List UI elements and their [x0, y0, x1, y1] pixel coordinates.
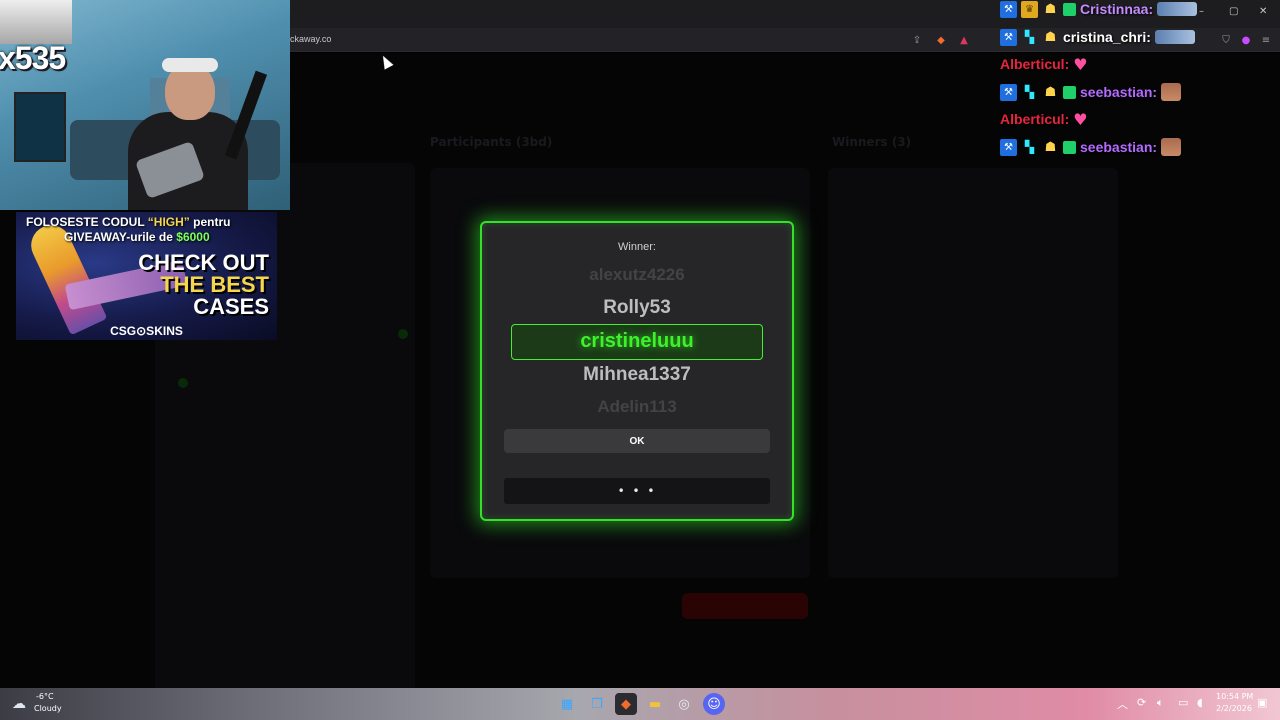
discord-icon[interactable]: ☺ — [703, 693, 725, 715]
multiplier-text: x535 — [0, 40, 66, 76]
chat-username: cristina_chri: — [1063, 29, 1151, 45]
chat-message: ⚒ ▚ ☗ cristina_chri: — [1000, 27, 1195, 47]
robot-badge-icon: ☗ — [1044, 29, 1057, 45]
heart-emote-icon: ♥ — [1073, 110, 1088, 129]
heart-emote-icon: ♥ — [1073, 55, 1088, 74]
face-emote-icon — [1161, 83, 1182, 101]
moderator-badge-icon: ⚒ — [1000, 28, 1017, 46]
winners-panel — [828, 168, 1118, 578]
chat-message: Alberticul: ♥ — [1000, 54, 1088, 74]
ad-headline-3: CASES — [193, 294, 269, 319]
brave-rewards-icon[interactable]: ▲ — [957, 33, 971, 47]
gift-badge-icon — [1063, 140, 1076, 154]
roller-name: Rolly53 — [603, 297, 671, 318]
brave-shield-icon[interactable]: ◆ — [934, 33, 948, 47]
moderator-badge-icon: ⚒ — [1000, 83, 1017, 101]
robot-badge-icon: ☗ — [1044, 139, 1057, 155]
speaker-icon[interactable]: ◖ — [1197, 696, 1203, 709]
menu-icon[interactable]: ≡ — [1259, 33, 1273, 47]
vpn-icon[interactable]: ⛉ — [1219, 33, 1233, 47]
winners-title: Winners (3) — [832, 135, 912, 149]
moderator-badge-icon: ⚒ — [1000, 0, 1017, 18]
participants-title: Participants (3bd) — [430, 135, 553, 149]
dim-red-button — [682, 593, 808, 619]
roller-name: Mihnea1337 — [583, 364, 691, 385]
ok-button[interactable]: OK — [504, 429, 770, 453]
moderator-badge-icon: ⚒ — [1000, 138, 1017, 156]
roller-name: Adelin113 — [597, 397, 677, 416]
emote-icon — [1157, 2, 1198, 16]
chat-message: ⚒ ♛ ☗ Cristinnaa: — [1000, 0, 1198, 19]
streamer-headband — [162, 58, 218, 72]
weather-description[interactable]: Cloudy — [34, 704, 62, 713]
url-text[interactable]: ckaway.co — [290, 34, 331, 44]
glitch-badge-icon: ▚ — [1024, 140, 1035, 154]
gift-badge-icon — [1063, 2, 1076, 16]
minimize-icon[interactable]: – — [1199, 6, 1204, 17]
chat-message: Alberticul: ♥ — [1000, 109, 1088, 129]
cam-poster — [14, 92, 66, 162]
chat-username: Cristinnaa: — [1080, 1, 1154, 17]
dim-status-dot — [178, 378, 188, 388]
chat-username: Alberticul: — [1000, 111, 1070, 127]
winner-label: Winner: — [618, 241, 656, 253]
chat-message: ⚒ ▚ ☗ seebastian: — [1000, 82, 1182, 102]
share-icon[interactable]: ⇪ — [910, 33, 924, 47]
weather-temperature[interactable]: -6°C — [36, 692, 54, 701]
taskbar: ☁ -6°C Cloudy ▦ ❒ ◆ ▬ ◎ ☺ ︿ ⟳ 🔈︎ ▭ ◖ 10:… — [0, 688, 1280, 720]
clock-time[interactable]: 10:54 PM — [1216, 692, 1253, 701]
roller-name: alexutz4226 — [589, 265, 685, 284]
task-view-icon[interactable]: ❒ — [586, 693, 608, 715]
chat-username: Alberticul: — [1000, 56, 1070, 72]
sponsor-ad: FOLOSESTE CODUL “HIGH” pentru GIVEAWAY-u… — [16, 212, 277, 340]
network-tray-icon[interactable]: ⟳ — [1137, 696, 1146, 709]
face-emote-icon — [1161, 138, 1182, 156]
wallet-icon[interactable]: ● — [1239, 33, 1253, 47]
tray-overflow-icon[interactable]: ︿ — [1117, 696, 1128, 712]
steam-icon[interactable]: ◎ — [673, 693, 695, 715]
dim-status-dot — [398, 329, 408, 339]
clock-date[interactable]: 2/2/2026 — [1216, 704, 1252, 713]
ad-brand-logo: CSG⊙SKINS — [110, 324, 183, 338]
ad-headline-1: CHECK OUT — [138, 250, 269, 275]
ad-code-line: FOLOSESTE CODUL “HIGH” pentru — [26, 215, 231, 229]
chat-username: seebastian: — [1080, 84, 1158, 100]
winner-modal: Winner: alexutz4226 Rolly53 cristineluuu… — [480, 221, 794, 521]
crown-badge-icon: ♛ — [1021, 0, 1038, 18]
brave-browser-icon[interactable]: ◆ — [615, 693, 637, 715]
reaction-thumbnail — [0, 0, 72, 44]
glitch-badge-icon: ▚ — [1024, 85, 1035, 99]
more-button[interactable]: • • • — [504, 478, 770, 504]
close-icon[interactable]: ✕ — [1259, 6, 1267, 17]
glitch-badge-icon: ▚ — [1024, 30, 1035, 44]
winner-name: cristineluuu — [580, 330, 694, 352]
ad-giveaway-line: GIVEAWAY-urile de $6000 — [64, 230, 210, 244]
cloud-icon[interactable]: ☁ — [12, 696, 26, 712]
chat-message: ⚒ ▚ ☗ seebastian: — [1000, 137, 1182, 157]
robot-badge-icon: ☗ — [1044, 84, 1057, 100]
emote-icon — [1154, 30, 1195, 44]
display-tray-icon[interactable]: ▭ — [1178, 696, 1188, 709]
chat-username: seebastian: — [1080, 139, 1158, 155]
start-icon[interactable]: ▦ — [556, 693, 578, 715]
ad-headline-2: THE BEST — [160, 272, 269, 297]
webcam-overlay: x535 — [0, 0, 290, 210]
gift-badge-icon — [1063, 85, 1076, 99]
robot-badge-icon: ☗ — [1044, 1, 1057, 17]
notification-icon[interactable]: ▣ — [1257, 696, 1267, 709]
file-explorer-icon[interactable]: ▬ — [644, 693, 666, 715]
volume-icon[interactable]: 🔈︎ — [1157, 696, 1164, 710]
maximize-icon[interactable]: ▢ — [1229, 6, 1238, 17]
